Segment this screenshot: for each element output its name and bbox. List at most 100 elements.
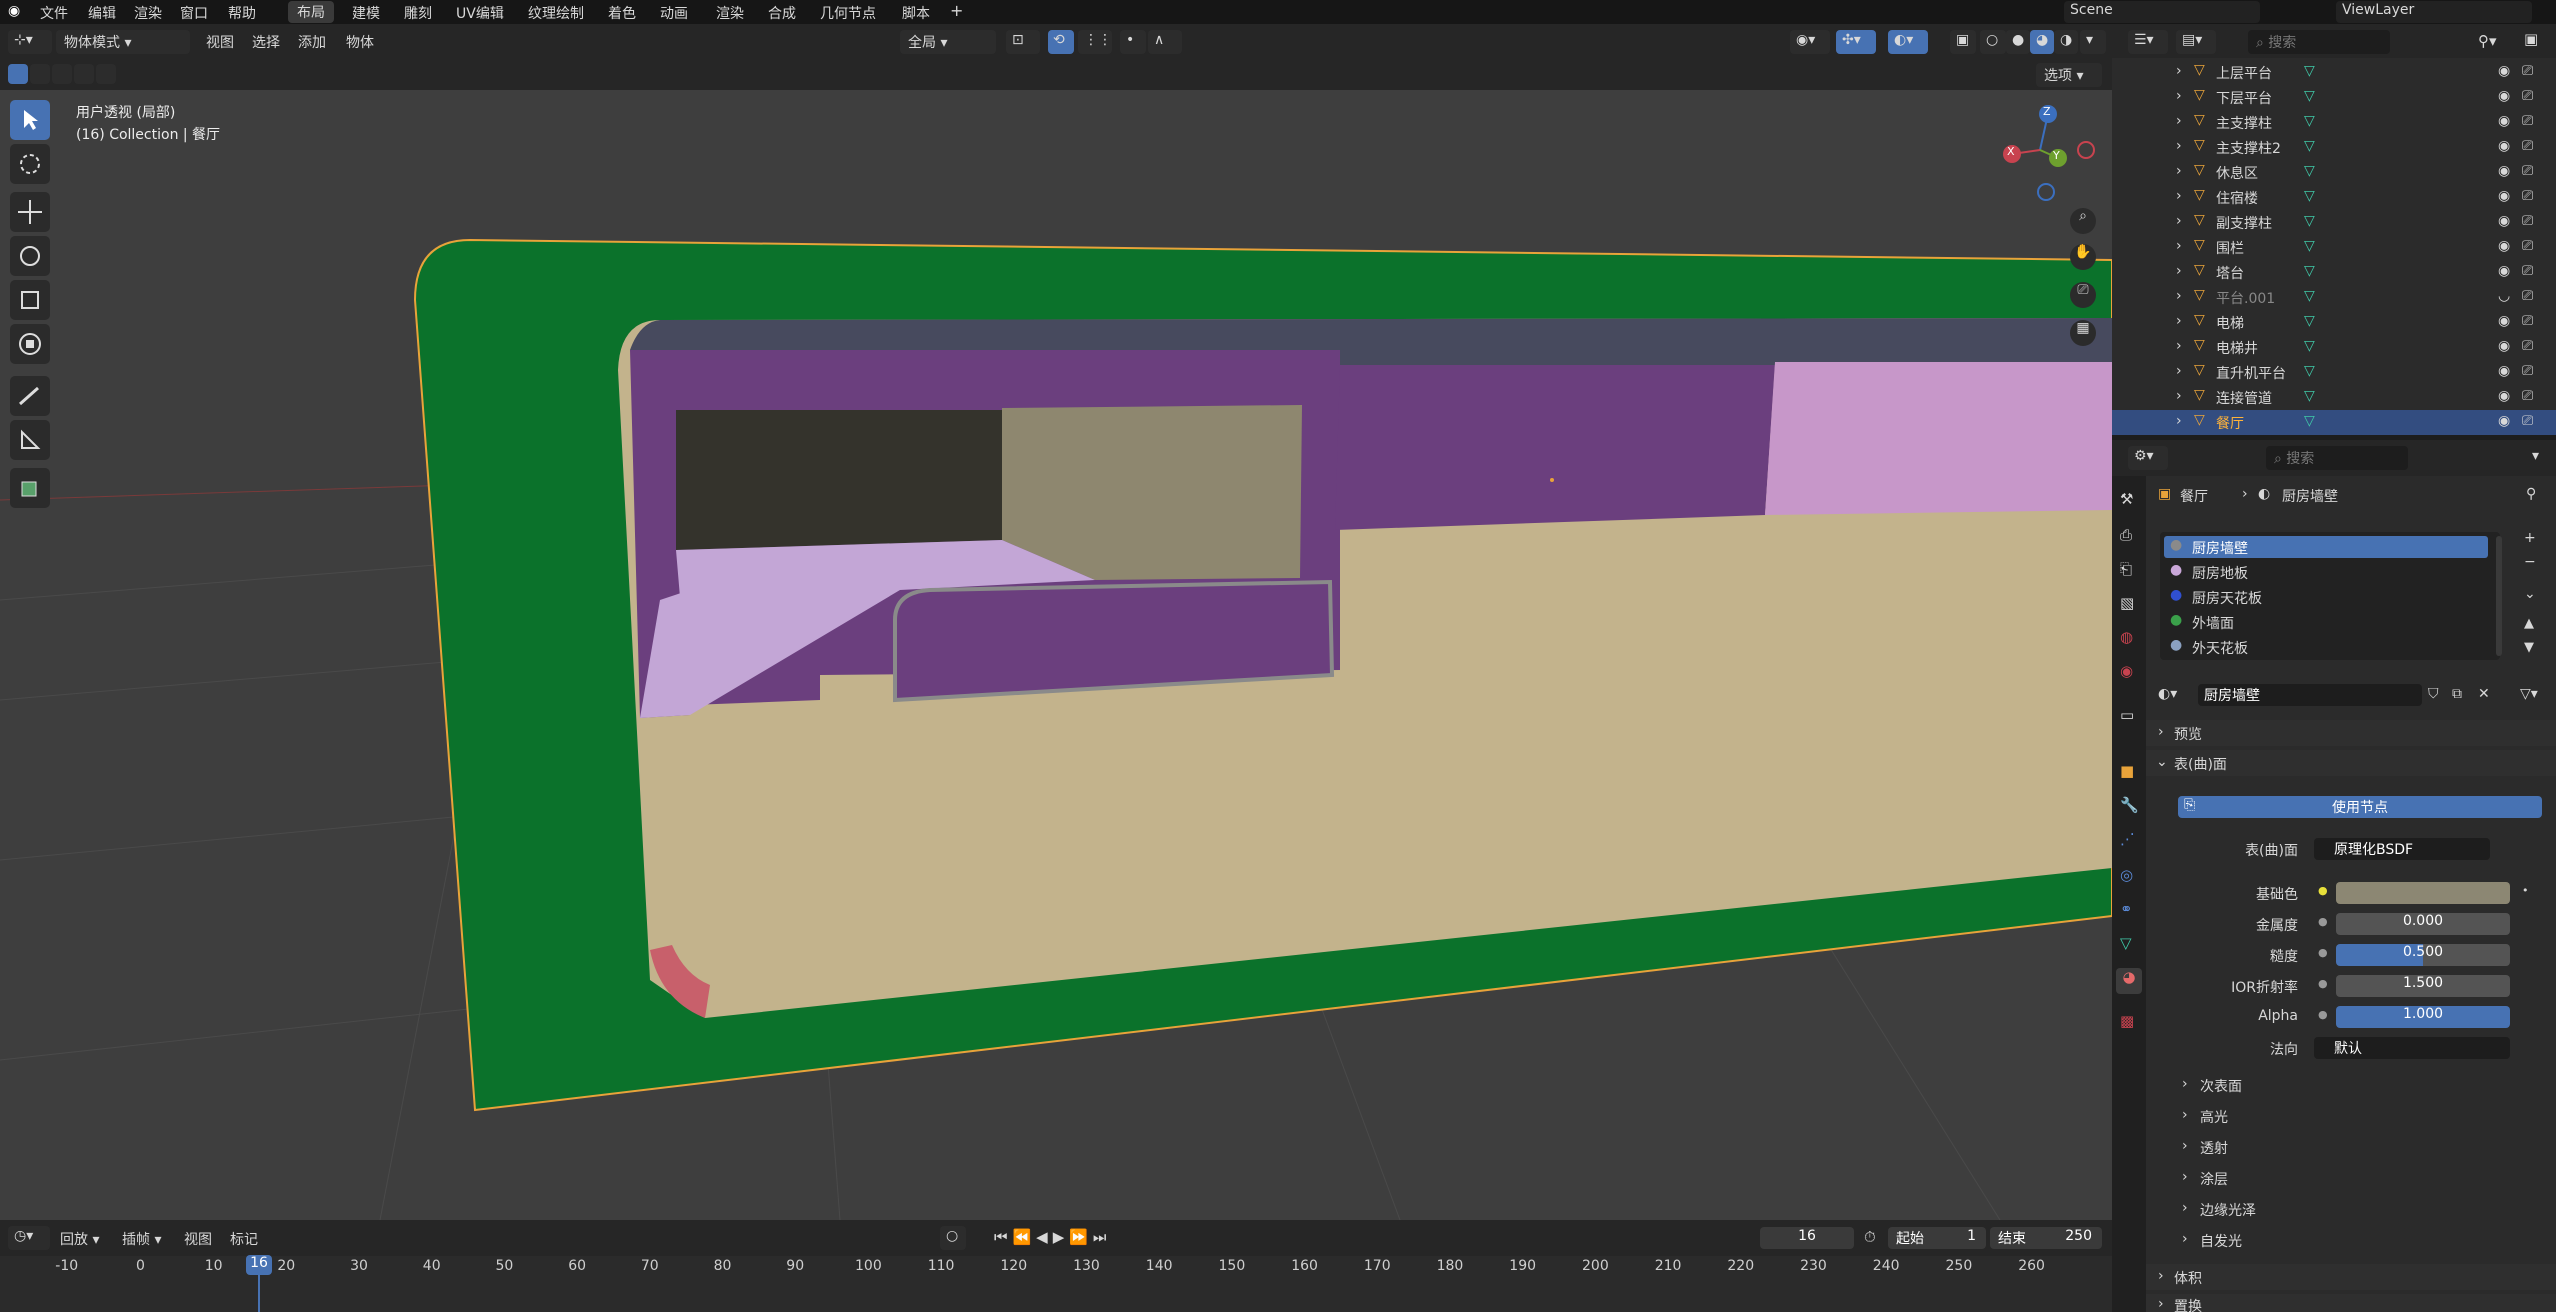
surface-panel-header[interactable]: ⌄ 表(曲)面: [2146, 750, 2556, 776]
eye-icon[interactable]: ◉: [2498, 213, 2510, 229]
output-tab-icon[interactable]: ⎗: [2120, 560, 2132, 578]
metallic-slider[interactable]: 0.000: [2336, 913, 2510, 935]
timeline-area[interactable]: [0, 1256, 2112, 1312]
start-frame-field[interactable]: 起始 1: [1888, 1227, 1986, 1249]
camera-render-icon[interactable]: ⎚: [2522, 113, 2533, 129]
eye-icon[interactable]: ◉: [2498, 138, 2510, 154]
rendered-shading-icon[interactable]: ◑: [2054, 30, 2078, 54]
mode-dropdown[interactable]: 物体模式 ▾: [56, 30, 190, 54]
tool-tab-icon[interactable]: ⚒: [2120, 490, 2133, 508]
mesh-data-icon[interactable]: ▽: [2304, 363, 2315, 379]
wireframe-shading-icon[interactable]: ○: [1980, 30, 2006, 54]
eye-icon[interactable]: ◉: [2498, 63, 2510, 79]
expand-chevron-icon[interactable]: ›: [2176, 213, 2182, 229]
select-subtract-icon[interactable]: [52, 64, 72, 84]
subpanel-header[interactable]: › 自发光: [2146, 1227, 2556, 1251]
gizmo-toggle-icon[interactable]: ✣▾: [1836, 30, 1876, 54]
mesh-data-icon[interactable]: ▽: [2304, 138, 2315, 154]
end-frame-field[interactable]: 结束 250: [1990, 1227, 2102, 1249]
outliner-row[interactable]: › ▽ 休息区 ▽ ◉ ⎚: [2112, 160, 2556, 185]
link-mode-icon[interactable]: ▽▾: [2520, 686, 2538, 702]
camera-render-icon[interactable]: ⎚: [2522, 238, 2533, 254]
workspace-tab-animation[interactable]: 动画: [660, 3, 688, 23]
eye-icon[interactable]: ◉: [2498, 313, 2510, 329]
particles-tab-icon[interactable]: ⋰: [2120, 830, 2135, 848]
transform-orientation-dropdown[interactable]: 全局 ▾: [900, 30, 996, 54]
select-new-icon[interactable]: [8, 64, 28, 84]
playhead-frame[interactable]: 16: [246, 1255, 272, 1275]
outliner-row[interactable]: › ▽ 电梯井 ▽ ◉ ⎚: [2112, 335, 2556, 360]
expand-chevron-icon[interactable]: ›: [2176, 113, 2182, 129]
editor-type-dropdown[interactable]: ⊹▾: [8, 30, 52, 54]
material-slot-item[interactable]: ● 厨房天花板: [2164, 586, 2488, 608]
pivot-point-icon[interactable]: ⊡: [1006, 30, 1040, 54]
menu-window[interactable]: 窗口: [180, 3, 208, 23]
material-slot-item[interactable]: ● 厨房墙壁: [2164, 536, 2488, 558]
mesh-data-icon[interactable]: ▽: [2304, 213, 2315, 229]
outliner-row[interactable]: › ▽ 住宿楼 ▽ ◉ ⎚: [2112, 185, 2556, 210]
outliner-row[interactable]: › ▽ 餐厅 ▽ ◉ ⎚: [2112, 410, 2556, 435]
workspace-tab-scripting[interactable]: 脚本: [902, 3, 930, 23]
outliner-row[interactable]: › ▽ 主支撑柱 ▽ ◉ ⎚: [2112, 110, 2556, 135]
subpanel-header[interactable]: › 涂层: [2146, 1165, 2556, 1189]
modifier-tab-icon[interactable]: 🔧: [2120, 796, 2139, 814]
use-nodes-button[interactable]: ⎘ 使用节点: [2178, 796, 2542, 818]
view-layer-tab-icon[interactable]: ▧: [2120, 594, 2134, 612]
workspace-tab-sculpt[interactable]: 雕刻: [404, 3, 432, 23]
roughness-slider[interactable]: 0.500: [2336, 944, 2510, 966]
marker-menu[interactable]: 标记: [230, 1229, 258, 1249]
workspace-tab-layout[interactable]: 布局: [288, 1, 334, 23]
pin-icon[interactable]: ⚲: [2526, 486, 2536, 502]
move-tool-icon[interactable]: [10, 192, 50, 232]
solid-shading-icon[interactable]: ●: [2006, 30, 2030, 54]
data-tab-icon[interactable]: ▽: [2120, 934, 2132, 952]
camera-render-icon[interactable]: ⎚: [2522, 138, 2533, 154]
eye-icon[interactable]: ◉: [2498, 388, 2510, 404]
select-box-tool-icon[interactable]: [10, 100, 50, 140]
material-slot-item[interactable]: ● 厨房地板: [2164, 561, 2488, 583]
expand-chevron-icon[interactable]: ›: [2176, 363, 2182, 379]
outliner-row[interactable]: › ▽ 上层平台 ▽ ◉ ⎚: [2112, 60, 2556, 85]
auto-key-record-icon[interactable]: ○: [940, 1226, 966, 1250]
add-slot-button[interactable]: +: [2524, 530, 2536, 546]
material-name-field[interactable]: 厨房墙壁: [2198, 684, 2422, 706]
camera-render-icon[interactable]: ⎚: [2522, 213, 2533, 229]
mesh-data-icon[interactable]: ▽: [2304, 288, 2315, 304]
workspace-tab-rendering[interactable]: 渲染: [716, 3, 744, 23]
volume-panel-header[interactable]: › 体积: [2146, 1264, 2556, 1290]
snap-toggle-icon[interactable]: ⟲: [1048, 30, 1074, 54]
outliner-row[interactable]: › ▽ 平台.001 ▽ ◡ ⎚: [2112, 285, 2556, 310]
outliner-search-input[interactable]: ⌕ 搜索: [2248, 30, 2390, 54]
eye-icon[interactable]: ◉: [2498, 88, 2510, 104]
zoom-icon[interactable]: ⌕: [2070, 208, 2096, 234]
outliner-row[interactable]: › ▽ 连接管道 ▽ ◉ ⎚: [2112, 385, 2556, 410]
mesh-data-icon[interactable]: ▽: [2304, 313, 2315, 329]
properties-search-input[interactable]: ⌕ 搜索: [2266, 446, 2408, 470]
alpha-slider[interactable]: 1.000: [2336, 1006, 2510, 1028]
xray-icon[interactable]: ▣: [1950, 30, 1976, 54]
viewport-menu-view[interactable]: 视图: [206, 32, 234, 52]
slot-specials-icon[interactable]: ⌄: [2524, 586, 2536, 602]
viewport-menu-add[interactable]: 添加: [298, 32, 326, 52]
camera-render-icon[interactable]: ⎚: [2522, 313, 2533, 329]
mesh-data-icon[interactable]: ▽: [2304, 63, 2315, 79]
workspace-tab-shading[interactable]: 着色: [608, 3, 636, 23]
constraints-tab-icon[interactable]: ⚭: [2120, 900, 2133, 918]
normal-field[interactable]: 默认: [2314, 1037, 2510, 1059]
annotate-tool-icon[interactable]: [10, 376, 50, 416]
fake-user-icon[interactable]: ⛉: [2428, 686, 2439, 702]
timeline-editor-icon[interactable]: ◷▾: [8, 1226, 50, 1250]
expand-chevron-icon[interactable]: ›: [2176, 338, 2182, 354]
workspace-tab-geometry-nodes[interactable]: 几何节点: [820, 3, 876, 23]
duplicate-material-icon[interactable]: ⧉: [2452, 686, 2462, 702]
workspace-tab-texture-paint[interactable]: 纹理绘制: [528, 3, 584, 23]
material-slot-item[interactable]: ● 外墙面: [2164, 611, 2488, 633]
expand-chevron-icon[interactable]: ›: [2176, 88, 2182, 104]
overlay-toggle-icon[interactable]: ◐▾: [1888, 30, 1928, 54]
camera-render-icon[interactable]: ⎚: [2522, 63, 2533, 79]
outliner-row[interactable]: › ▽ 主支撑柱2 ▽ ◉ ⎚: [2112, 135, 2556, 160]
texture-tab-icon[interactable]: ▩: [2120, 1012, 2134, 1030]
displacement-panel-header[interactable]: › 置换: [2146, 1294, 2556, 1312]
expand-chevron-icon[interactable]: ›: [2176, 263, 2182, 279]
rotate-tool-icon[interactable]: [10, 236, 50, 276]
